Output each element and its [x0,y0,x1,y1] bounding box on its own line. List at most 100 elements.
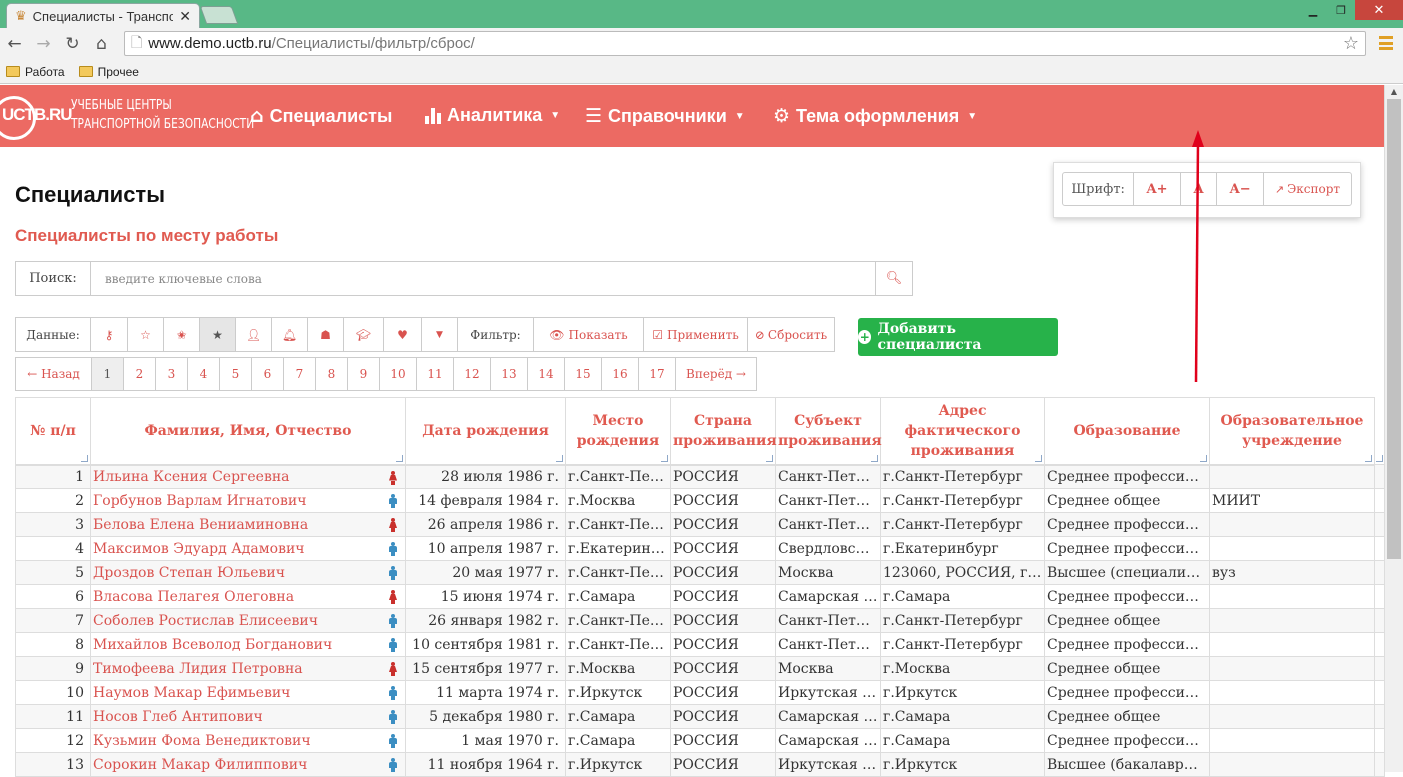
filter-apply-button[interactable]: ☑ Применить [644,318,748,351]
bookmark-folder-other[interactable]: Прочее [78,65,139,79]
filter-show-button[interactable]: 👁︎ Показать [534,318,644,351]
filter-star-empty-button[interactable]: ☆ [128,318,164,351]
pager-page-1[interactable]: 1 [92,358,124,390]
filter-user-button[interactable]: 👤︎ [236,318,272,351]
cell-name[interactable]: Власова Пелагея Олеговна [93,589,294,605]
tab-close-icon[interactable]: ✕ [179,8,191,25]
font-increase-button[interactable]: A+ [1134,173,1181,205]
font-reset-button[interactable]: A [1181,173,1218,205]
forward-icon[interactable]: → [29,34,58,54]
search-input[interactable]: введите ключевые слова [91,262,875,295]
scrollbar-thumb[interactable] [1387,99,1401,559]
new-tab-button[interactable] [199,6,239,24]
table-row[interactable]: 4 Максимов Эдуард Адамович 10 апреля 1987 … [15,536,1385,561]
scroll-up-icon[interactable]: ▲ [1385,87,1403,96]
cell-name[interactable]: Тимофеева Лидия Петровна [93,661,303,677]
cell-country: РОССИЯ [673,660,739,677]
filter-bell-button[interactable]: 🔔︎ [272,318,308,351]
column-header[interactable]: Образование [1044,397,1210,466]
filter-graduation-button[interactable]: 🎓︎ [344,318,384,351]
font-decrease-button[interactable]: A− [1217,173,1264,205]
pager-prev-button[interactable]: ← Назад [16,358,92,390]
table-cell: 13 [15,752,91,777]
cell-name[interactable]: Носов Глеб Антипович [93,709,263,725]
table-row[interactable]: 3 Белова Елена Вениаминовна 26 апреля 1986… [15,512,1385,537]
table-row[interactable]: 9 Тимофеева Лидия Петровна 15 сентября 197… [15,656,1385,681]
pager-page-8[interactable]: 8 [316,358,348,390]
home-icon[interactable]: ⌂ [87,34,116,54]
cell-name[interactable]: Белова Елена Вениаминовна [93,517,308,533]
bookmark-star-icon[interactable]: ☆ [1343,33,1359,54]
cell-name[interactable]: Горбунов Варлам Игнатович [93,493,306,509]
pager-page-16[interactable]: 16 [602,358,639,390]
browser-tab[interactable]: ♛ Специалисты - Транспор ✕ [6,3,200,28]
export-button[interactable]: ↗ Экспорт [1264,173,1351,205]
browser-menu-icon[interactable] [1379,36,1393,50]
nav-specialists[interactable]: ⌂ Специалисты [250,105,392,127]
column-header[interactable]: № п/п [15,397,91,466]
column-header[interactable]: Образовательное учреждение [1209,397,1375,466]
table-cell: РОССИЯ [670,728,776,753]
column-header[interactable]: Место рождения [565,397,671,466]
table-row[interactable]: 6 Власова Пелагея Олеговна 15 июня 1974 г.… [15,584,1385,609]
window-close-icon[interactable]: ✕ [1355,0,1403,20]
table-row[interactable]: 7 Соболев Ростислав Елисеевич 26 января 19… [15,608,1385,633]
pager-page-4[interactable]: 4 [188,358,220,390]
filter-heart-button[interactable]: ♥ [384,318,422,351]
table-row[interactable]: 13 Сорокин Макар Филиппович 11 ноября 1964… [15,752,1385,777]
minimize-icon[interactable]: ▁ [1299,0,1327,20]
column-header[interactable]: Дата рождения [405,397,566,466]
filter-android-button[interactable]: ☗ [308,318,344,351]
cell-name[interactable]: Ильина Ксения Сергеевна [93,469,290,485]
pager-page-6[interactable]: 6 [252,358,284,390]
cell-name[interactable]: Дроздов Степан Юльевич [93,565,285,581]
table-row[interactable]: 5 Дроздов Степан Юльевич 20 мая 1977 г. г.С… [15,560,1385,585]
logo[interactable]: UCTB.RU [0,96,73,140]
filter-reset-button[interactable]: ⊘ Сбросить [748,318,834,351]
filter-more-dropdown[interactable]: ▼ [422,318,458,351]
pager-page-7[interactable]: 7 [284,358,316,390]
cell-name[interactable]: Михайлов Всеволод Богданович [93,637,332,653]
reload-icon[interactable]: ↻ [58,34,87,54]
table-row[interactable]: 11 Носов Глеб Антипович 5 декабря 1980 г. г… [15,704,1385,729]
table-row[interactable]: 10 Наумов Макар Ефимьевич 11 марта 1974 г.… [15,680,1385,705]
bookmark-folder-work[interactable]: Работа [6,65,65,79]
pager-page-9[interactable]: 9 [348,358,380,390]
table-row[interactable]: 12 Кузьмин Фома Венедиктович 1 мая 1970 г.… [15,728,1385,753]
filter-star-full-button[interactable]: ★ [200,318,236,351]
column-header[interactable]: Фамилия, Имя, Отчество [90,397,406,466]
pager-page-14[interactable]: 14 [528,358,565,390]
pager-page-3[interactable]: 3 [156,358,188,390]
table-row[interactable]: 2 Горбунов Варлам Игнатович 14 февраля 198… [15,488,1385,513]
pager-page-15[interactable]: 15 [565,358,602,390]
restore-icon[interactable]: ❐ [1327,0,1355,20]
cell-name[interactable]: Максимов Эдуард Адамович [93,541,305,557]
nav-references[interactable]: ☰ Справочники ▼ [585,105,745,127]
pager-page-17[interactable]: 17 [639,358,676,390]
filter-key-button[interactable]: ⚷ [91,318,128,351]
nav-theme[interactable]: ⚙ Тема оформления ▼ [773,105,977,127]
pager-page-5[interactable]: 5 [220,358,252,390]
column-header[interactable]: Адрес фактического проживания [880,397,1045,466]
pager-page-10[interactable]: 10 [380,358,417,390]
nav-analytics[interactable]: Аналитика ▼ [425,105,560,126]
back-icon[interactable]: ← [0,34,29,54]
page-scrollbar[interactable]: ▲ [1384,85,1403,772]
cell-name[interactable]: Соболев Ростислав Елисеевич [93,613,318,629]
cell-name[interactable]: Кузьмин Фома Венедиктович [93,733,311,749]
column-header[interactable]: Страна проживания [670,397,777,466]
table-row[interactable]: 1 Ильина Ксения Сергеевна 28 июля 1986 г. г… [15,464,1385,489]
cell-name[interactable]: Сорокин Макар Филиппович [93,757,307,773]
pager-page-12[interactable]: 12 [454,358,491,390]
pager-page-11[interactable]: 11 [417,358,454,390]
search-button[interactable]: 🔍︎ [875,262,912,295]
address-bar[interactable]: 🗋 www.demo.uctb.ru/Специалисты/фильтр/сб… [124,31,1366,56]
pager-page-2[interactable]: 2 [124,358,156,390]
filter-star-half-button[interactable]: ✬ [164,318,200,351]
pager-page-13[interactable]: 13 [491,358,528,390]
pager-next-button[interactable]: Вперёд → [676,358,756,390]
cell-name[interactable]: Наумов Макар Ефимьевич [93,685,290,701]
table-row[interactable]: 8 Михайлов Всеволод Богданович 10 сентября… [15,632,1385,657]
column-header[interactable]: Субъект проживания [775,397,882,466]
add-specialist-button[interactable]: + Добавить специалиста [858,318,1058,356]
